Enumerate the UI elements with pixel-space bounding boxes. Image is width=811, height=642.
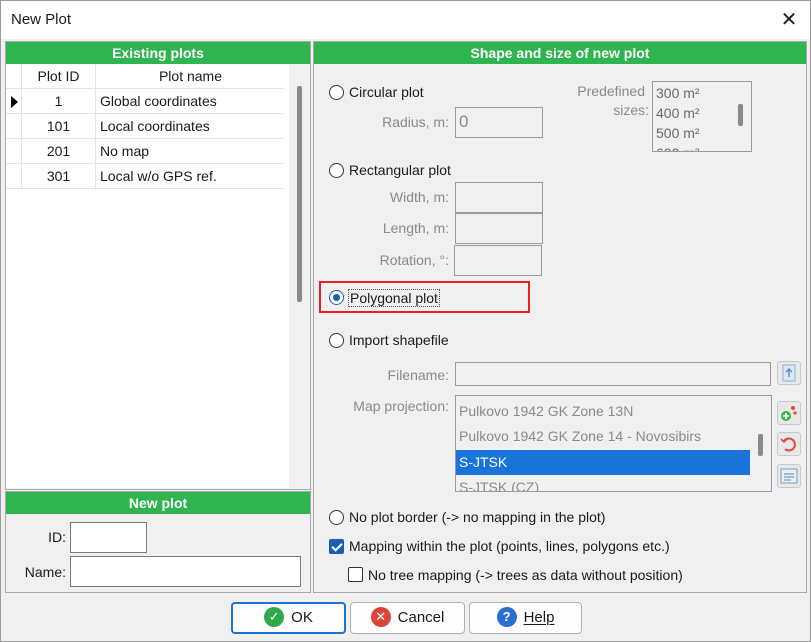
existing-plots-panel: Existing plots Plot ID Plot name 1 Globa… [5, 41, 311, 490]
table-row[interactable]: 201 No map [6, 139, 284, 164]
polygonal-plot-radio[interactable] [329, 290, 344, 305]
close-icon[interactable]: ✕ [773, 4, 805, 36]
grid-header-row: Plot ID Plot name [6, 64, 284, 89]
help-button[interactable]: ? Help [469, 602, 582, 634]
table-row[interactable]: 301 Local w/o GPS ref. [6, 164, 284, 189]
cancel-button-label: Cancel [397, 609, 445, 626]
cancel-button[interactable]: ✕ Cancel [350, 602, 465, 634]
current-row-arrow-icon [11, 96, 18, 108]
width-label: Width, m: [389, 189, 449, 205]
add-projection-icon [781, 406, 797, 421]
rotation-label: Rotation, °: [379, 252, 449, 268]
upload-file-icon [782, 364, 796, 382]
list-item[interactable]: S-JTSK (CZ) [456, 475, 751, 491]
filename-field[interactable] [455, 362, 771, 386]
circular-plot-label[interactable]: Circular plot [349, 84, 424, 100]
no-tree-mapping-label[interactable]: No tree mapping (-> trees as data withou… [368, 567, 683, 583]
add-projection-button[interactable] [777, 401, 801, 425]
name-label: Name: [24, 564, 66, 580]
name-field[interactable] [70, 556, 301, 587]
predefined-sizes-label-line1: Predefined [577, 83, 645, 99]
row-indicator [6, 114, 22, 139]
grid-scrollbar-thumb[interactable] [297, 86, 302, 302]
list-item[interactable]: 500 m² [653, 123, 700, 143]
id-field[interactable] [70, 522, 147, 553]
list-item[interactable]: Pulkovo 1942 GK Zone 14 - Novosibirs [456, 424, 751, 449]
title-bar: New Plot ✕ [1, 1, 810, 39]
list-item[interactable]: Pulkovo 1942 GK Zone 13N [456, 399, 751, 424]
cell-plot-id: 201 [22, 139, 96, 164]
column-header-plot-id[interactable]: Plot ID [22, 64, 96, 89]
predefined-sizes-label-line2: sizes: [613, 102, 649, 118]
table-row[interactable]: 1 Global coordinates [6, 89, 284, 114]
new-plot-header: New plot [6, 492, 310, 514]
circular-plot-radio[interactable] [329, 85, 344, 100]
help-question-icon: ? [496, 607, 517, 628]
no-tree-mapping-checkbox[interactable] [348, 567, 363, 582]
grid-header-indicator [6, 64, 22, 89]
polygonal-plot-label[interactable]: Polygonal plot [348, 289, 440, 307]
cell-plot-id: 1 [22, 89, 96, 114]
no-plot-border-radio[interactable] [329, 510, 344, 525]
check-icon: ✓ [264, 607, 285, 628]
radius-field[interactable]: 0 [455, 107, 543, 138]
window-title: New Plot [11, 11, 72, 28]
width-field[interactable] [455, 182, 543, 213]
rectangular-plot-radio[interactable] [329, 163, 344, 178]
id-label: ID: [48, 529, 66, 545]
cell-plot-id: 301 [22, 164, 96, 189]
list-item[interactable]: 400 m² [653, 103, 700, 123]
length-label: Length, m: [382, 220, 449, 236]
radius-label: Radius, m: [382, 114, 449, 130]
list-item-selected[interactable]: S-JTSK [456, 450, 750, 475]
existing-plots-header: Existing plots [6, 42, 310, 64]
filename-label: Filename: [387, 367, 449, 383]
predefined-sizes-list[interactable]: 300 m² 400 m² 500 m² 600 m² [652, 81, 752, 152]
browse-file-button[interactable] [777, 361, 801, 385]
shape-size-header: Shape and size of new plot [314, 42, 806, 64]
map-projection-list[interactable]: Pulkovo 1942 GK Zone 13N Pulkovo 1942 GK… [455, 395, 772, 492]
cancel-x-icon: ✕ [370, 607, 391, 628]
edit-projection-button[interactable] [777, 432, 801, 456]
projection-properties-button[interactable] [777, 464, 801, 488]
row-indicator [6, 89, 22, 114]
new-plot-dialog: New Plot ✕ Existing plots Plot ID Plot n… [0, 0, 811, 642]
help-button-label: Help [523, 609, 555, 626]
length-field[interactable] [455, 213, 543, 244]
list-properties-icon [780, 468, 798, 484]
import-shapefile-label[interactable]: Import shapefile [349, 332, 449, 348]
map-projection-label: Map projection: [353, 398, 449, 414]
rectangular-plot-label[interactable]: Rectangular plot [349, 162, 451, 178]
cell-plot-name: Global coordinates [100, 93, 217, 109]
row-indicator [6, 139, 22, 164]
grid-scrollbar[interactable] [290, 64, 309, 488]
list-item[interactable]: 600 m² [653, 143, 700, 151]
no-plot-border-label[interactable]: No plot border (-> no mapping in the plo… [349, 509, 605, 525]
cell-plot-id: 101 [22, 114, 96, 139]
mapping-within-plot-checkbox[interactable] [329, 539, 344, 554]
predefined-sizes-scrollbar-thumb[interactable] [738, 104, 743, 126]
map-projection-scrollbar-thumb[interactable] [758, 434, 763, 456]
column-header-plot-name[interactable]: Plot name [97, 64, 284, 89]
new-plot-panel: New plot ID: Name: [5, 491, 311, 593]
refresh-projection-icon [780, 437, 796, 452]
cell-plot-name: Local coordinates [100, 118, 210, 134]
ok-button[interactable]: ✓ OK [231, 602, 346, 634]
row-indicator [6, 164, 22, 189]
plots-grid: Plot ID Plot name 1 Global coordinates 1… [6, 64, 289, 488]
ok-button-label: OK [291, 609, 313, 626]
cell-plot-name: No map [100, 143, 150, 159]
import-shapefile-radio[interactable] [329, 333, 344, 348]
cell-plot-name: Local w/o GPS ref. [100, 168, 217, 184]
table-row[interactable]: 101 Local coordinates [6, 114, 284, 139]
mapping-within-plot-label[interactable]: Mapping within the plot (points, lines, … [349, 538, 670, 554]
list-item[interactable]: 300 m² [653, 83, 700, 103]
rotation-field[interactable] [454, 245, 542, 276]
